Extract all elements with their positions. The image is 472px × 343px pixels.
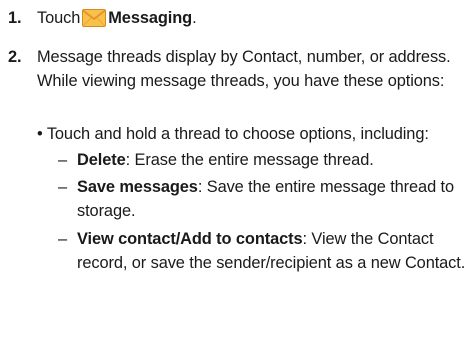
envelope-icon (82, 8, 107, 35)
manual-page: 1. Touch Messaging. 2. Message threads d… (0, 0, 472, 343)
step-1-prefix: Touch (37, 9, 81, 27)
step-1-number: 1. (8, 9, 22, 27)
messaging-app-name: Messaging (108, 9, 193, 27)
bullet-item: • Touch and hold a thread to choose opti… (37, 122, 469, 146)
step-2-text: Message threads display by Contact, numb… (37, 48, 451, 90)
step-1-suffix: . (192, 9, 197, 27)
option-dash: – (58, 178, 68, 196)
option-label: Save messages (77, 178, 198, 196)
option-description: : Erase the entire message thread. (125, 151, 374, 169)
step-2-number: 2. (8, 48, 22, 66)
option-label: Delete (77, 151, 126, 169)
bullet-text: Touch and hold a thread to choose option… (46, 125, 429, 143)
step-1-text: Touch Messaging. (37, 6, 469, 35)
option-dash: – (58, 151, 68, 169)
option-label: View contact/Add to contacts (77, 230, 303, 248)
bullet-marker: • (37, 125, 43, 143)
option-dash: – (58, 230, 68, 248)
